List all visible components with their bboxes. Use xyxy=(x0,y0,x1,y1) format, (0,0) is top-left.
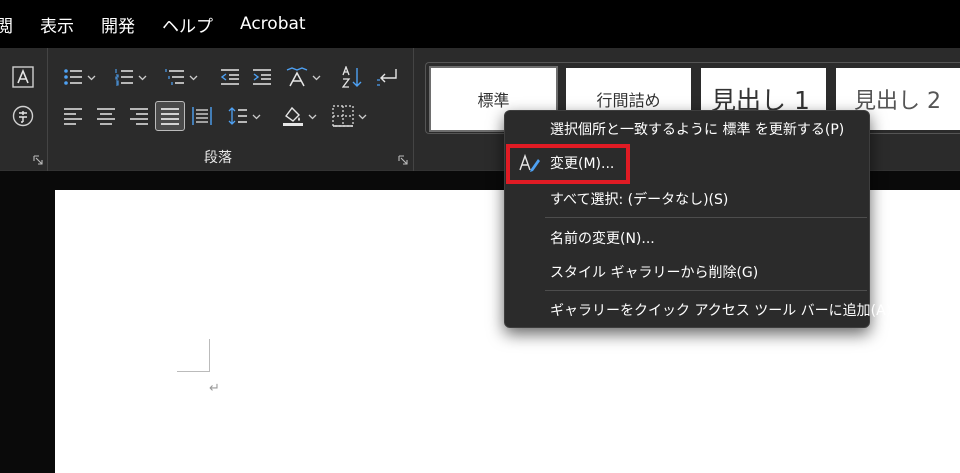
dialog-launcher-icon[interactable] xyxy=(398,155,408,165)
line-spacing-button[interactable] xyxy=(228,104,261,128)
distributed-icon xyxy=(192,107,212,125)
increase-indent-icon xyxy=(253,69,271,85)
paragraph-mark: ↵ xyxy=(209,381,220,396)
chevron-down-icon xyxy=(358,114,367,119)
show-formatting-marks-button[interactable] xyxy=(376,65,398,89)
chevron-down-icon xyxy=(312,75,321,80)
menu-item-update-style[interactable]: 選択個所と一致するように 標準 を更新する(P) xyxy=(505,112,869,146)
phonetic-guide-button[interactable] xyxy=(12,104,34,128)
margin-corner-mark xyxy=(177,371,210,372)
menu-item-remove-from-gallery[interactable]: スタイル ギャラリーから削除(G) xyxy=(505,255,869,289)
show-formatting-marks-icon xyxy=(377,69,397,86)
numbering-icon xyxy=(115,69,133,86)
sort-button[interactable] xyxy=(342,65,364,89)
distributed-button[interactable] xyxy=(192,104,212,128)
menu-acrobat[interactable]: Acrobat xyxy=(240,14,306,34)
margin-corner-mark xyxy=(209,339,210,371)
highlight-box xyxy=(506,144,630,184)
menu-item-label: スタイル ギャラリーから削除(G) xyxy=(550,265,759,281)
asian-layout-icon xyxy=(286,67,308,87)
asian-layout-button[interactable] xyxy=(286,65,321,89)
decrease-indent-button[interactable] xyxy=(220,65,240,89)
menu-review[interactable]: 閲 xyxy=(0,12,13,37)
line-spacing-icon xyxy=(228,107,247,125)
menu-item-label: すべて選択: (データなし)(S) xyxy=(550,192,729,208)
multilevel-list-icon xyxy=(165,69,184,85)
dialog-launcher-icon[interactable] xyxy=(33,155,43,165)
borders-icon xyxy=(332,105,354,127)
align-right-button[interactable] xyxy=(129,104,149,128)
chevron-down-icon xyxy=(87,75,96,80)
chevron-down-icon xyxy=(189,75,198,80)
multilevel-list-button[interactable] xyxy=(165,65,198,89)
align-center-icon xyxy=(97,108,115,125)
bullets-button[interactable] xyxy=(63,65,96,89)
phonetic-guide-icon xyxy=(12,105,34,127)
menu-separator xyxy=(545,290,867,291)
menu-developer[interactable]: 開発 xyxy=(101,12,135,37)
font-color-a-button[interactable] xyxy=(12,65,34,89)
style-context-menu: 選択個所と一致するように 標準 を更新する(P) 変更(M)... すべて選択:… xyxy=(504,110,891,328)
menu-item-add-to-qat[interactable]: ギャラリーをクイック アクセス ツール バーに追加(A) xyxy=(505,293,891,327)
align-left-button[interactable] xyxy=(63,104,83,128)
menu-item-label: 名前の変更(N)... xyxy=(550,231,655,247)
decrease-indent-icon xyxy=(220,69,239,85)
menu-item-rename[interactable]: 名前の変更(N)... xyxy=(505,221,869,255)
menu-separator xyxy=(545,217,867,218)
increase-indent-button[interactable] xyxy=(252,65,272,89)
menu-bar: 閲 表示 開発 ヘルプ Acrobat xyxy=(0,0,960,48)
chevron-down-icon xyxy=(138,75,147,80)
justify-button[interactable] xyxy=(155,101,185,131)
shading-button[interactable] xyxy=(282,104,317,128)
menu-help[interactable]: ヘルプ xyxy=(162,12,213,37)
menu-view[interactable]: 表示 xyxy=(40,12,74,37)
chevron-down-icon xyxy=(252,114,261,119)
justify-icon xyxy=(161,108,179,125)
font-color-a-icon xyxy=(12,66,34,88)
align-right-icon xyxy=(130,108,148,125)
chevron-down-icon xyxy=(308,114,317,119)
bullets-icon xyxy=(64,69,82,85)
menu-item-select-all[interactable]: すべて選択: (データなし)(S) xyxy=(505,182,869,216)
menu-item-label: 選択個所と一致するように 標準 を更新する(P) xyxy=(550,122,845,138)
borders-button[interactable] xyxy=(332,104,367,128)
menu-item-label: ギャラリーをクイック アクセス ツール バーに追加(A) xyxy=(550,303,892,319)
shading-icon xyxy=(283,106,303,126)
paragraph-group: 段落 xyxy=(48,48,414,171)
numbering-button[interactable] xyxy=(114,65,147,89)
align-center-button[interactable] xyxy=(96,104,116,128)
sort-icon xyxy=(342,66,362,88)
paragraph-group-label: 段落 xyxy=(204,150,232,166)
font-group xyxy=(0,48,48,171)
align-left-icon xyxy=(64,108,82,125)
